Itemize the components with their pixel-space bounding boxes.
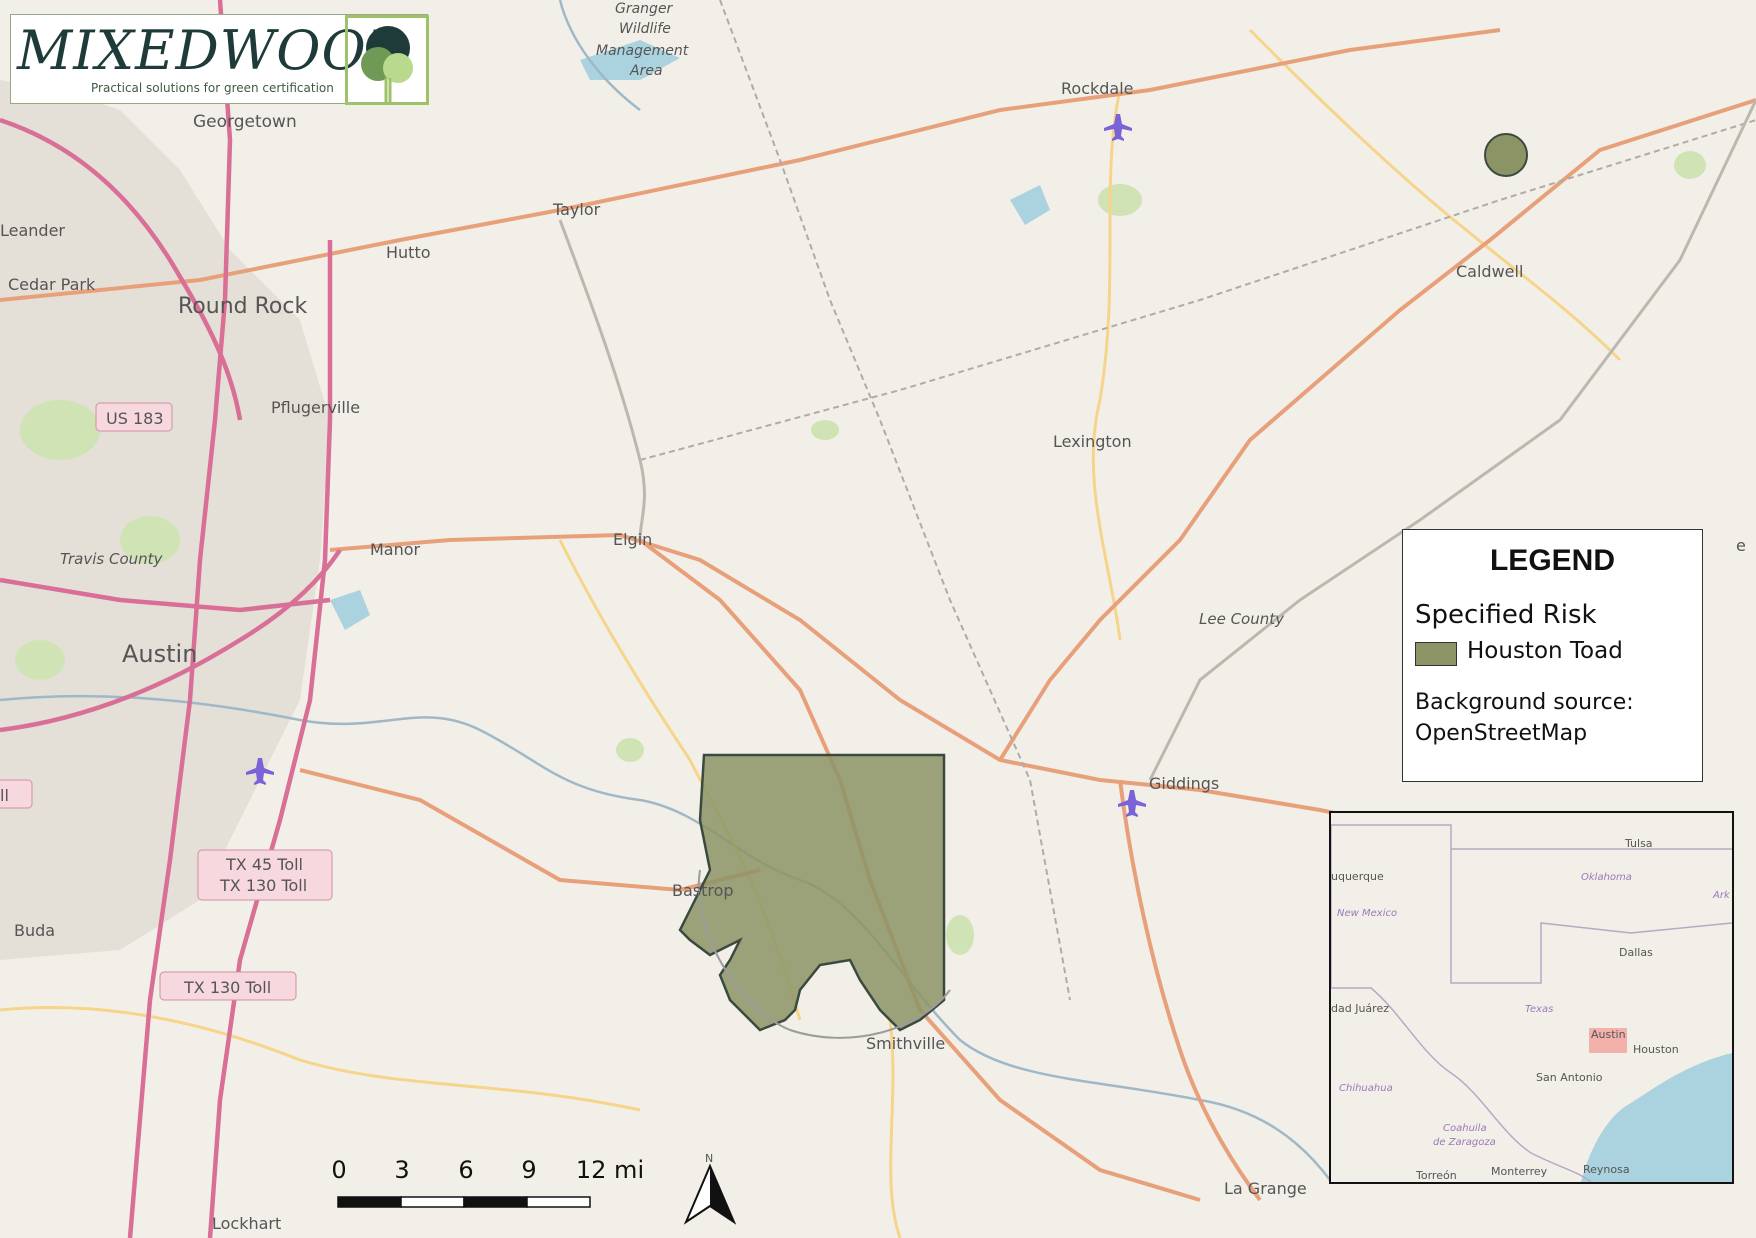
label-bastrop: Bastrop — [672, 881, 734, 900]
inset-texas: Texas — [1525, 1004, 1553, 1015]
inset-albuquerque: uquerque — [1331, 870, 1384, 883]
legend-item-houston-toad: Houston Toad — [1467, 638, 1623, 664]
inset-new-mexico: New Mexico — [1337, 908, 1397, 919]
scale-tick-0: 0 — [331, 1156, 347, 1184]
legend-source-line1: Background source: — [1415, 690, 1634, 715]
mixedwood-logo: MIXEDWOOD Practical solutions for green … — [10, 14, 429, 105]
shield-tx130: TX 130 Toll — [183, 978, 271, 997]
label-lexington: Lexington — [1053, 432, 1132, 451]
scale-tick-3: 3 — [394, 1156, 410, 1184]
label-caldwell: Caldwell — [1456, 262, 1523, 281]
legend-title: LEGEND — [1489, 544, 1615, 577]
scale-tick-6: 6 — [458, 1156, 474, 1184]
label-round-rock: Round Rock — [178, 294, 307, 319]
inset-tulsa: Tulsa — [1624, 837, 1653, 850]
label-cedar-park: Cedar Park — [8, 275, 96, 294]
shield-us183: US 183 — [106, 409, 164, 428]
label-lee-county: Lee County — [1199, 610, 1285, 628]
label-buda: Buda — [14, 921, 55, 940]
inset-ark: Ark — [1712, 890, 1731, 901]
scale-tick-12: 12 mi — [575, 1156, 645, 1184]
label-granger-1: Granger — [615, 1, 674, 17]
label-giddings: Giddings — [1149, 774, 1219, 793]
label-elgin: Elgin — [613, 530, 652, 549]
legend-source-line2: OpenStreetMap — [1415, 721, 1588, 746]
legend-swatch-houston-toad — [1415, 642, 1457, 666]
airport-icon — [246, 114, 1146, 817]
north-label: N — [705, 1152, 713, 1165]
inset-oklahoma: Oklahoma — [1581, 872, 1632, 883]
logo-tagline: Practical solutions for green certificat… — [91, 81, 334, 95]
legend-subtitle: Specified Risk — [1415, 600, 1597, 630]
label-smithville: Smithville — [866, 1034, 945, 1053]
inset-houston: Houston — [1633, 1043, 1679, 1056]
label-granger-4: Area — [629, 63, 663, 79]
inset-juarez: dad Juárez — [1331, 1002, 1389, 1015]
inset-chihuahua: Chihuahua — [1339, 1083, 1393, 1094]
inset-austin: Austin — [1591, 1028, 1626, 1041]
shield-edge-left: ll — [0, 786, 9, 805]
shield-tx45-line2: TX 130 Toll — [219, 876, 307, 895]
inset-locator-map[interactable]: Tulsa uquerque Oklahoma Ark New Mexico D… — [1329, 811, 1734, 1184]
label-lockhart: Lockhart — [212, 1214, 281, 1233]
label-granger-3: Management — [596, 43, 689, 59]
legend-source: Background source: OpenStreetMap — [1415, 687, 1634, 749]
label-granger-2: Wildlife — [619, 21, 671, 37]
legend-panel: LEGEND Specified Risk Houston Toad Backg… — [1402, 529, 1703, 782]
label-la-grange: La Grange — [1224, 1179, 1307, 1198]
label-edge-e: e — [1736, 536, 1746, 555]
inset-coahuila-2: de Zaragoza — [1433, 1137, 1496, 1148]
scale-tick-9: 9 — [521, 1156, 537, 1184]
label-taylor: Taylor — [552, 200, 601, 219]
inset-coahuila-1: Coahuila — [1443, 1123, 1487, 1134]
label-rockdale: Rockdale — [1061, 79, 1134, 98]
label-pflugerville: Pflugerville — [271, 398, 360, 417]
label-leander: Leander — [0, 221, 65, 240]
inset-dallas: Dallas — [1619, 946, 1653, 959]
houston-toad-risk-point[interactable] — [1484, 133, 1528, 177]
label-georgetown: Georgetown — [193, 112, 297, 132]
label-manor: Manor — [370, 540, 421, 559]
north-arrow-icon: N — [683, 1152, 737, 1225]
tree-logo-icon — [345, 15, 429, 105]
label-austin: Austin — [122, 640, 197, 668]
label-travis-county: Travis County — [60, 550, 164, 568]
inset-reynosa: Reynosa — [1583, 1163, 1630, 1176]
label-hutto: Hutto — [386, 243, 431, 262]
shield-tx45-line1: TX 45 Toll — [225, 855, 303, 874]
inset-monterrey: Monterrey — [1491, 1165, 1548, 1178]
inset-torreon: Torreón — [1415, 1169, 1457, 1182]
inset-san-antonio: San Antonio — [1536, 1071, 1603, 1084]
